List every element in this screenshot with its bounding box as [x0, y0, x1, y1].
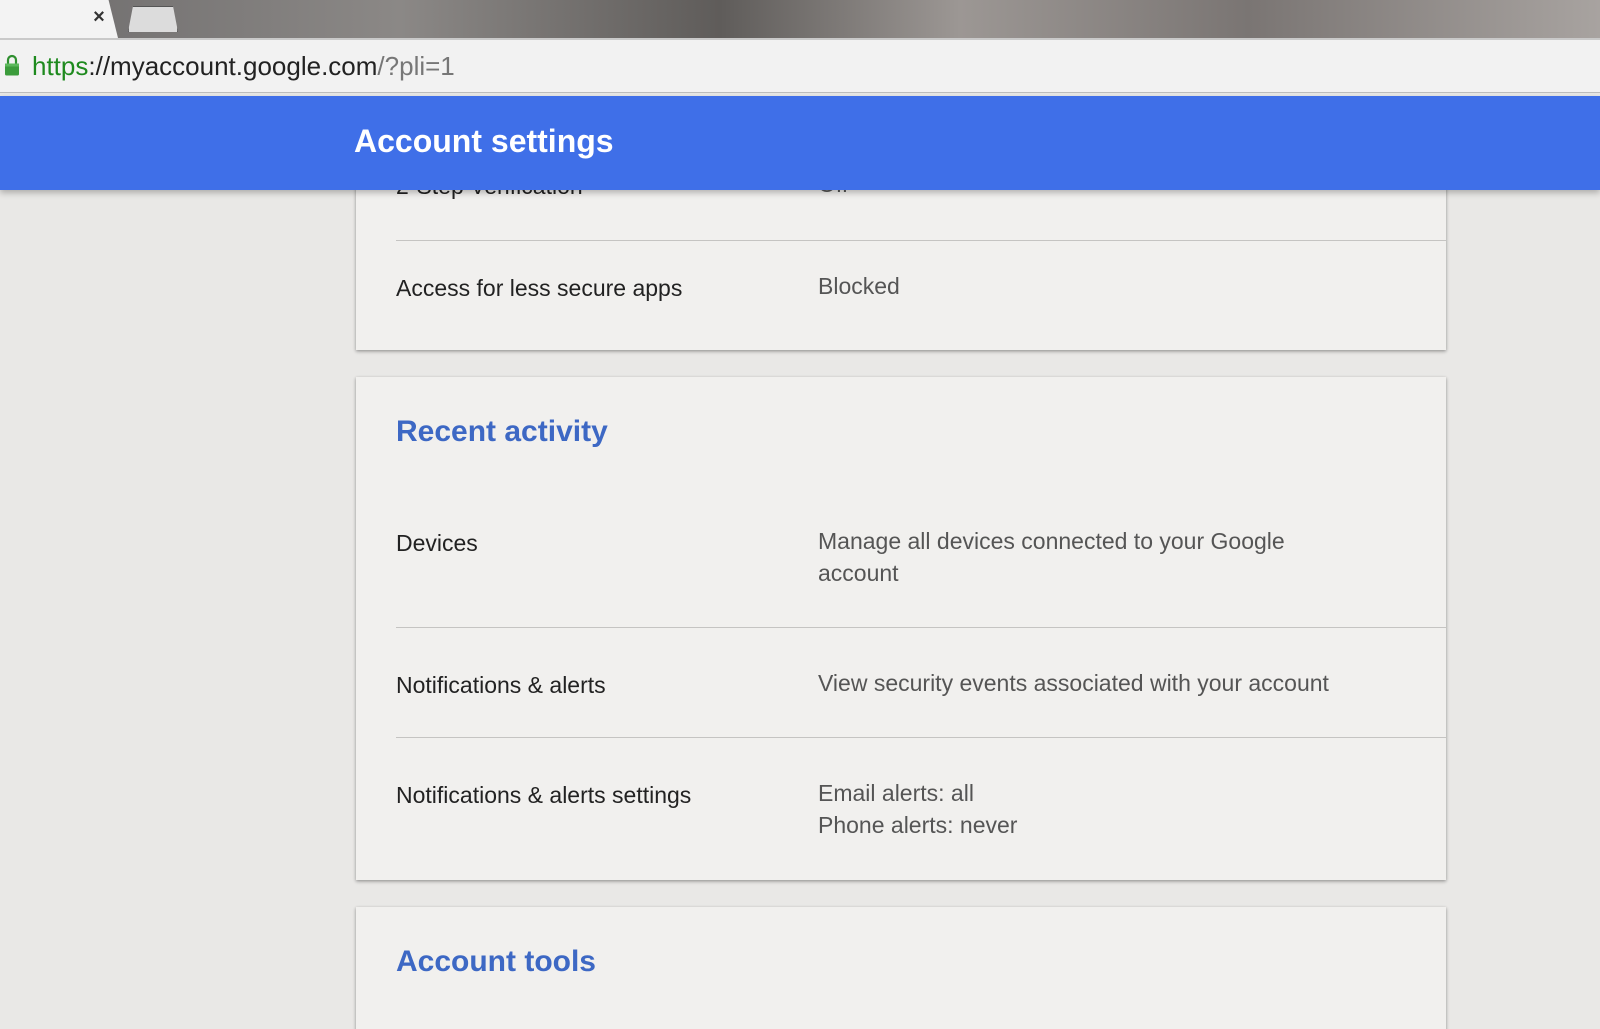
row-value-line: Phone alerts: never [818, 812, 1018, 838]
row-divider [396, 627, 1446, 628]
row-value: Blocked [818, 270, 1378, 302]
browser-window: × https://myaccount.google.com/?pli=1 Ac… [0, 0, 1600, 1029]
row-label: Devices [396, 530, 478, 556]
row-value-line: Blocked [818, 273, 900, 299]
settings-row-notifications[interactable]: Notifications & alerts View security eve… [396, 667, 1446, 717]
recent-activity-card: Recent activity Devices Manage all devic… [356, 377, 1446, 880]
row-value-line: View security events associated with you… [818, 670, 1329, 696]
row-label: Access for less secure apps [396, 275, 683, 301]
settings-row-less-secure-apps[interactable]: Access for less secure apps Blocked [396, 270, 1446, 320]
browser-toolbar: https://myaccount.google.com/?pli=1 [0, 38, 1600, 93]
tab-strip: × [0, 0, 1600, 38]
url-path: /?pli=1 [377, 51, 455, 81]
new-tab-button[interactable] [128, 6, 178, 32]
row-divider [396, 240, 1446, 241]
row-value: View security events associated with you… [818, 667, 1378, 699]
section-title: Recent activity [396, 415, 608, 448]
tab-close-icon[interactable]: × [90, 6, 108, 28]
url-scheme: https [32, 51, 89, 81]
row-divider [396, 737, 1446, 738]
row-value: Email alerts: all Phone alerts: never [818, 777, 1378, 841]
page-title: Account settings [354, 123, 614, 159]
settings-row-notification-settings[interactable]: Notifications & alerts settings Email al… [396, 777, 1446, 857]
address-bar-url[interactable]: https://myaccount.google.com/?pli=1 [32, 50, 455, 82]
row-value-line: Manage all devices connected to your Goo… [818, 528, 1285, 554]
row-value: Manage all devices connected to your Goo… [818, 525, 1378, 589]
row-value-line: Email alerts: all [818, 780, 974, 806]
settings-row-devices[interactable]: Devices Manage all devices connected to … [396, 525, 1446, 605]
section-title: Account tools [396, 945, 596, 978]
row-value-line: account [818, 560, 899, 586]
row-label: Notifications & alerts settings [396, 782, 692, 808]
account-tools-card: Account tools [356, 907, 1446, 1029]
app-header: Account settings [0, 96, 1600, 190]
row-label: Notifications & alerts [396, 672, 606, 698]
lock-icon [5, 54, 19, 76]
url-host: ://myaccount.google.com [88, 51, 378, 81]
